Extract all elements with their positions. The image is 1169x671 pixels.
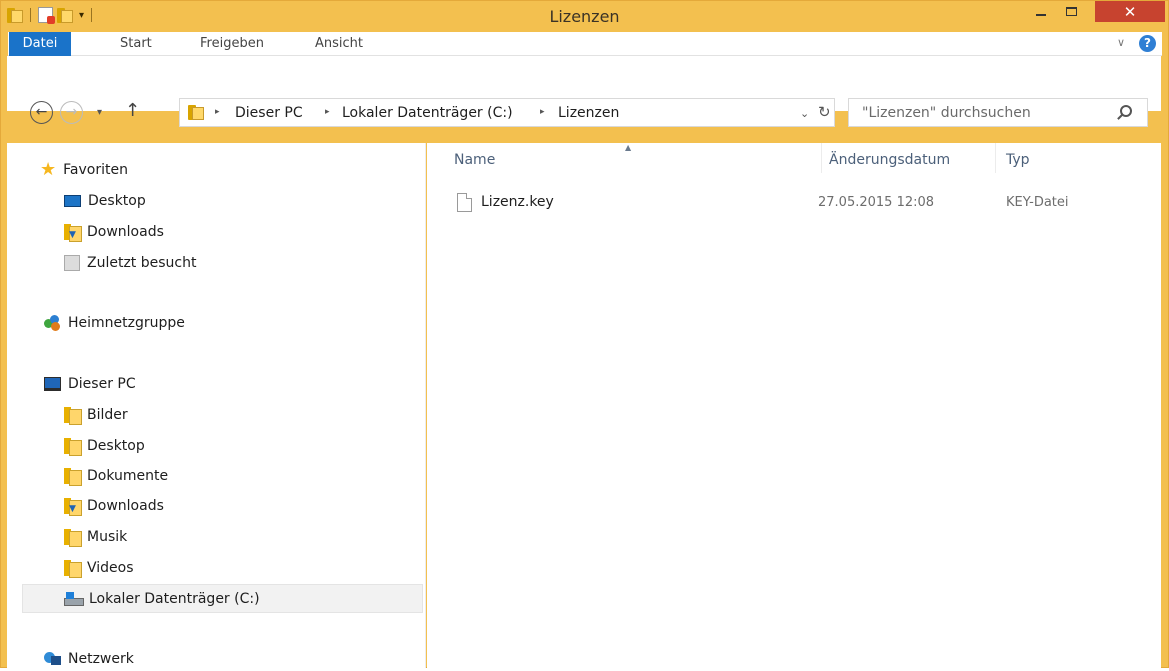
sidebar-item-desktop[interactable]: Desktop xyxy=(64,189,146,213)
sidebar-item-label: Dokumente xyxy=(87,468,169,484)
desktop-icon xyxy=(64,195,81,207)
sidebar-item-label: Lokaler Datenträger (C:) xyxy=(89,590,260,607)
file-type: KEY-Datei xyxy=(1006,195,1069,210)
sidebar-item-label: Downloads xyxy=(87,498,164,514)
star-icon: ★ xyxy=(40,159,57,180)
maximize-button[interactable] xyxy=(1058,1,1084,22)
sidebar-item-bilder[interactable]: Bilder xyxy=(64,403,128,427)
file-icon xyxy=(457,193,472,212)
ribbon: Datei Start Freigeben Ansicht ∨ ? xyxy=(8,32,1162,56)
folder-icon xyxy=(188,105,204,120)
documents-folder-icon xyxy=(64,468,82,486)
sidebar-item-downloads[interactable]: ▼ Downloads xyxy=(64,220,164,244)
sidebar-item-label: Dieser PC xyxy=(68,376,136,392)
file-list-area xyxy=(427,143,1161,668)
sidebar-item-label: Desktop xyxy=(88,193,146,209)
window-title: Lizenzen xyxy=(549,7,620,26)
breadcrumb-lokaler-datentraeger[interactable]: Lokaler Datenträger (C:) xyxy=(342,105,513,121)
breadcrumb-separator: ▸ xyxy=(540,107,545,117)
column-header-name[interactable]: Name xyxy=(454,152,495,168)
sidebar-item-label: Musik xyxy=(87,529,128,545)
breadcrumb-separator: ▸ xyxy=(215,107,220,117)
breadcrumb-dieser-pc[interactable]: Dieser PC xyxy=(235,105,303,121)
computer-icon xyxy=(44,377,61,391)
close-button[interactable]: ✕ xyxy=(1095,1,1165,22)
tab-freigeben[interactable]: Freigeben xyxy=(200,32,264,56)
minimize-button[interactable] xyxy=(1028,1,1054,22)
sidebar-item-desktop-pc[interactable]: Desktop xyxy=(64,434,145,458)
search-input[interactable]: "Lizenzen" durchsuchen xyxy=(848,98,1148,127)
drive-icon xyxy=(64,591,84,606)
tab-start[interactable]: Start xyxy=(120,32,152,56)
address-history-chevron-icon[interactable]: ⌄ xyxy=(800,107,809,120)
music-folder-icon xyxy=(64,529,82,547)
tab-datei[interactable]: Datei xyxy=(9,32,71,56)
title-bar: ▾ Lizenzen ✕ xyxy=(1,1,1168,31)
back-button[interactable]: ← xyxy=(30,101,53,124)
column-header-type[interactable]: Typ xyxy=(1006,152,1030,168)
file-date: 27.05.2015 12:08 xyxy=(818,195,935,210)
help-icon[interactable]: ? xyxy=(1139,35,1156,52)
column-header-date[interactable]: Änderungsdatum xyxy=(829,152,950,168)
sidebar-item-dokumente[interactable]: Dokumente xyxy=(64,464,168,488)
maximize-icon xyxy=(1065,7,1077,16)
downloads-folder-icon: ▼ xyxy=(64,498,82,516)
homegroup-icon xyxy=(44,315,61,331)
file-name: Lizenz.key xyxy=(481,194,554,210)
search-placeholder: "Lizenzen" durchsuchen xyxy=(862,105,1031,121)
tab-ansicht[interactable]: Ansicht xyxy=(315,32,363,56)
sidebar-item-musik[interactable]: Musik xyxy=(64,525,127,549)
column-divider[interactable] xyxy=(995,143,996,173)
column-divider[interactable] xyxy=(821,143,822,173)
minimize-icon xyxy=(1036,13,1046,16)
refresh-icon[interactable]: ↻ xyxy=(818,103,831,121)
breadcrumb-separator: ▸ xyxy=(325,107,330,117)
search-icon[interactable] xyxy=(1120,105,1132,117)
sidebar-item-label: Netzwerk xyxy=(68,651,134,667)
forward-button[interactable]: → xyxy=(60,101,83,124)
address-bar[interactable]: ▸ Dieser PC ▸ Lokaler Datenträger (C:) ▸… xyxy=(179,98,835,127)
sidebar-item-lokaler-datentraeger[interactable]: Lokaler Datenträger (C:) xyxy=(22,584,423,613)
sidebar-item-label: Videos xyxy=(87,560,134,576)
sort-ascending-icon: ▲ xyxy=(625,143,632,152)
expand-ribbon-chevron-icon[interactable]: ∨ xyxy=(1117,36,1125,49)
file-row[interactable]: Lizenz.key 27.05.2015 12:08 KEY-Datei xyxy=(455,188,1155,218)
sidebar-item-zuletzt-besucht[interactable]: Zuletzt besucht xyxy=(64,251,196,275)
desktop-folder-icon xyxy=(64,438,82,456)
videos-folder-icon xyxy=(64,560,82,578)
sidebar-item-label: Zuletzt besucht xyxy=(87,255,197,271)
sidebar-item-dieser-pc[interactable]: Dieser PC xyxy=(44,372,136,396)
sidebar-item-downloads-pc[interactable]: ▼ Downloads xyxy=(64,494,164,518)
sidebar-item-label: Downloads xyxy=(87,224,164,240)
sidebar-item-videos[interactable]: Videos xyxy=(64,556,134,580)
sidebar-item-favoriten[interactable]: ★ Favoriten xyxy=(40,158,128,182)
sidebar-item-label: Favoriten xyxy=(63,162,128,178)
breadcrumb-lizenzen[interactable]: Lizenzen xyxy=(558,105,619,121)
sidebar-item-label: Heimnetzgruppe xyxy=(68,315,185,331)
recent-places-icon xyxy=(64,255,80,271)
sidebar-item-label: Desktop xyxy=(87,438,145,454)
downloads-folder-icon: ▼ xyxy=(64,224,82,242)
up-button[interactable]: ↑ xyxy=(125,100,140,121)
network-icon xyxy=(44,652,61,666)
sidebar-item-heimnetzgruppe[interactable]: Heimnetzgruppe xyxy=(44,311,185,335)
sidebar-item-label: Bilder xyxy=(87,407,128,423)
sidebar-item-netzwerk[interactable]: Netzwerk xyxy=(44,647,134,671)
pictures-folder-icon xyxy=(64,407,82,425)
recent-locations-chevron-icon[interactable]: ▾ xyxy=(97,107,102,118)
